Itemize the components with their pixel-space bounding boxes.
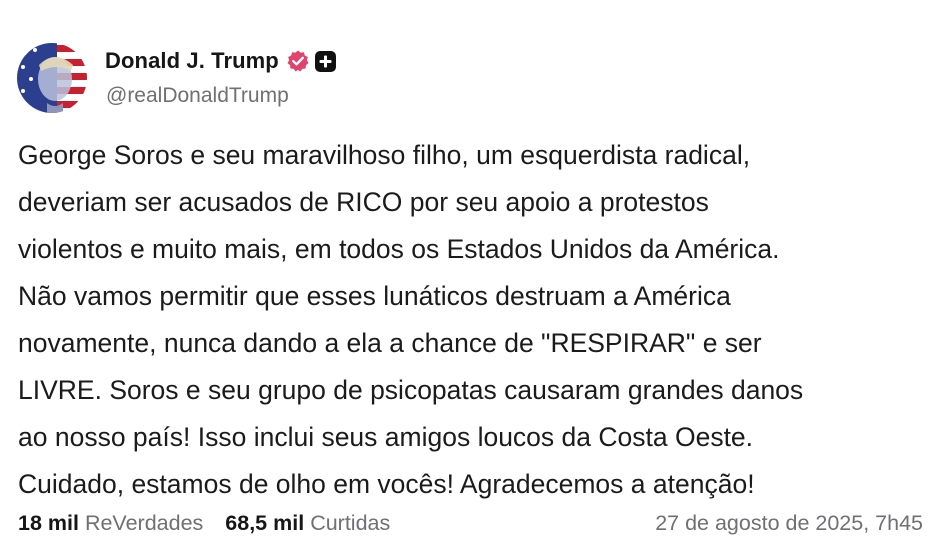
likes-stat[interactable]: 68,5 mil Curtidas xyxy=(225,511,390,536)
post-body-line: George Soros e seu maravilhoso filho, um… xyxy=(18,140,751,170)
post-body-line: deveriam ser acusados de RICO por seu ap… xyxy=(18,187,709,217)
post-body: George Soros e seu maravilhoso filho, um… xyxy=(18,132,930,508)
post-card: Donald J. Trump @realDonaldTrump George … xyxy=(0,0,933,553)
author-name-row: Donald J. Trump xyxy=(105,45,336,77)
reposts-label: ReVerdades xyxy=(84,510,204,535)
likes-count: 68,5 mil xyxy=(225,510,305,535)
plus-badge-icon xyxy=(314,50,336,72)
post-body-line: novamente, nunca dando a ela a chance de… xyxy=(18,328,762,358)
verified-badge-icon xyxy=(286,49,310,73)
post-body-line: violentos e muito mais, em todos os Esta… xyxy=(18,234,780,264)
avatar-flag-portrait-icon xyxy=(17,43,87,113)
author-display-name[interactable]: Donald J. Trump xyxy=(105,48,279,74)
likes-label: Curtidas xyxy=(310,510,391,535)
reposts-stat[interactable]: 18 mil ReVerdades xyxy=(18,511,203,536)
post-body-line: ao nosso país! Isso inclui seus amigos l… xyxy=(18,422,754,452)
post-footer: 18 mil ReVerdades 68,5 mil Curtidas 27 de … xyxy=(18,508,923,538)
post-body-line: Não vamos permitir que esses lunáticos d… xyxy=(18,281,731,311)
post-body-line: LIVRE. Soros e seu grupo de psicopatas c… xyxy=(18,375,804,405)
avatar[interactable] xyxy=(17,43,87,113)
reposts-count: 18 mil xyxy=(18,510,79,535)
author-handle[interactable]: @realDonaldTrump xyxy=(106,84,289,108)
post-timestamp[interactable]: 27 de agosto de 2025, 7h45 xyxy=(655,511,923,536)
post-body-line: Cuidado, estamos de olho em vocês! Agrad… xyxy=(18,469,755,499)
